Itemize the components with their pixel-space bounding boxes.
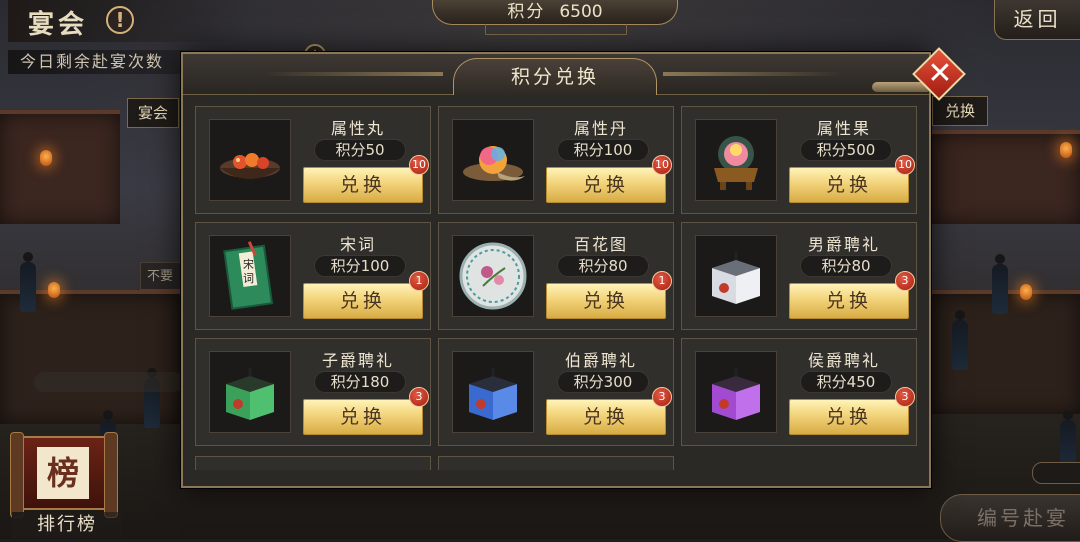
gift-box-white-icon [695,235,777,317]
exchange-item-card: 百花图 积分80 兑换 1 [438,222,674,330]
item-name: 宋词 [339,235,376,254]
exchange-item-card: 属性丸 积分50 兑换 10 [195,106,431,214]
item-name: 百花图 [573,235,628,254]
ranking-icon: 榜 [37,447,89,499]
score-plate-decoration [485,24,627,35]
quantity-badge: 3 [652,387,672,407]
quantity-badge: 10 [895,155,915,175]
exchange-item-card: 伯爵聘礼 积分300 兑换 3 [438,338,674,446]
gift-box-purple-icon [695,351,777,433]
exchange-button[interactable]: 兑换 [546,167,666,203]
exchange-item-card: 宋词 宋词 积分100 兑换 1 [195,222,431,330]
item-cost: 积分180 [314,371,406,393]
page-title: 宴会 [28,10,89,40]
palace-building [930,130,1080,224]
fruit-censer-icon [695,119,777,201]
warning-icon[interactable]: ! [106,6,134,34]
item-name: 属性果 [816,119,871,138]
exchange-button[interactable]: 兑换 [789,167,909,203]
exchange-tab[interactable]: 兑换 [932,96,988,126]
item-cost: 积分100 [557,139,649,161]
score-label: 积分 [507,2,546,22]
book-cover-text: 宋词 [243,258,254,285]
exchange-button[interactable]: 兑换 [789,399,909,435]
score-value: 6500 [559,2,603,22]
item-cost: 积分80 [557,255,649,277]
quantity-badge: 10 [652,155,672,175]
quantity-badge: 1 [409,271,429,291]
ranking-label[interactable]: 排行榜 [12,512,122,538]
guard-figure [952,310,968,370]
exchange-item-card-partial [438,456,674,470]
exchange-item-card: 男爵聘礼 积分80 兑换 3 [681,222,917,330]
item-name: 属性丸 [330,119,385,138]
elixir-icon [452,119,534,201]
exchange-button[interactable]: 兑换 [303,283,423,319]
item-name: 属性丹 [573,119,628,138]
exchange-item-card: 子爵聘礼 积分180 兑换 3 [195,338,431,446]
title-bar: 宴会 ! [8,0,248,42]
gift-box-blue-icon [452,351,534,433]
item-cost: 积分500 [800,139,892,161]
item-name: 男爵聘礼 [807,235,880,254]
ranking-button[interactable]: 榜 [10,432,118,518]
points-exchange-dialog: 积分兑换 属性丸 积分50 兑换 10 属性丹 积分100 兑换 10 属性果 … [181,52,931,488]
quantity-badge: 3 [895,271,915,291]
item-cost: 积分450 [800,371,892,393]
flower-plate-icon [452,235,534,317]
score-display: 积分 6500 [432,0,678,25]
lantern [40,150,52,166]
background-bar [34,372,184,392]
item-name: 子爵聘礼 [321,351,394,370]
lantern [48,282,60,298]
exchange-button[interactable]: 兑换 [303,399,423,435]
exchange-button[interactable]: 兑换 [789,283,909,319]
book-icon: 宋词 [209,235,291,317]
item-cost: 积分100 [314,255,406,277]
item-cost: 积分300 [557,371,649,393]
item-name: 侯爵聘礼 [807,351,880,370]
banquet-tab[interactable]: 宴会 [127,98,180,128]
exchange-item-card: 属性丹 积分100 兑换 10 [438,106,674,214]
close-button[interactable]: ✕ [912,47,966,101]
lantern [1060,142,1072,158]
exchange-item-card-partial [195,456,431,470]
item-cost: 积分50 [314,139,406,161]
dialog-title: 积分兑换 [453,58,657,95]
palace-building [0,110,120,224]
guard-figure [992,254,1008,314]
guard-figure [20,252,36,312]
gift-box-green-icon [209,351,291,433]
return-button[interactable]: 返回 [994,0,1080,40]
exchange-item-card: 侯爵聘礼 积分450 兑换 3 [681,338,917,446]
exchange-button[interactable]: 兑换 [303,167,423,203]
small-pill-control[interactable] [1032,462,1080,484]
quantity-badge: 1 [652,271,672,291]
pills-bowl-icon [209,119,291,201]
exchange-button[interactable]: 兑换 [546,399,666,435]
exchange-button[interactable]: 兑换 [546,283,666,319]
header-decoration [663,72,843,76]
header-decoration [263,72,443,76]
item-cost: 积分80 [800,255,892,277]
quantity-badge: 3 [895,387,915,407]
item-name: 伯爵聘礼 [564,351,637,370]
exchange-item-card: 属性果 积分500 兑换 10 [681,106,917,214]
numbered-banquet-button[interactable]: 编号赴宴 [940,494,1080,542]
close-x-icon: ✕ [927,56,953,91]
quantity-badge: 10 [409,155,429,175]
quantity-badge: 3 [409,387,429,407]
lantern [1020,284,1032,300]
dialog-header: 积分兑换 [183,54,929,95]
